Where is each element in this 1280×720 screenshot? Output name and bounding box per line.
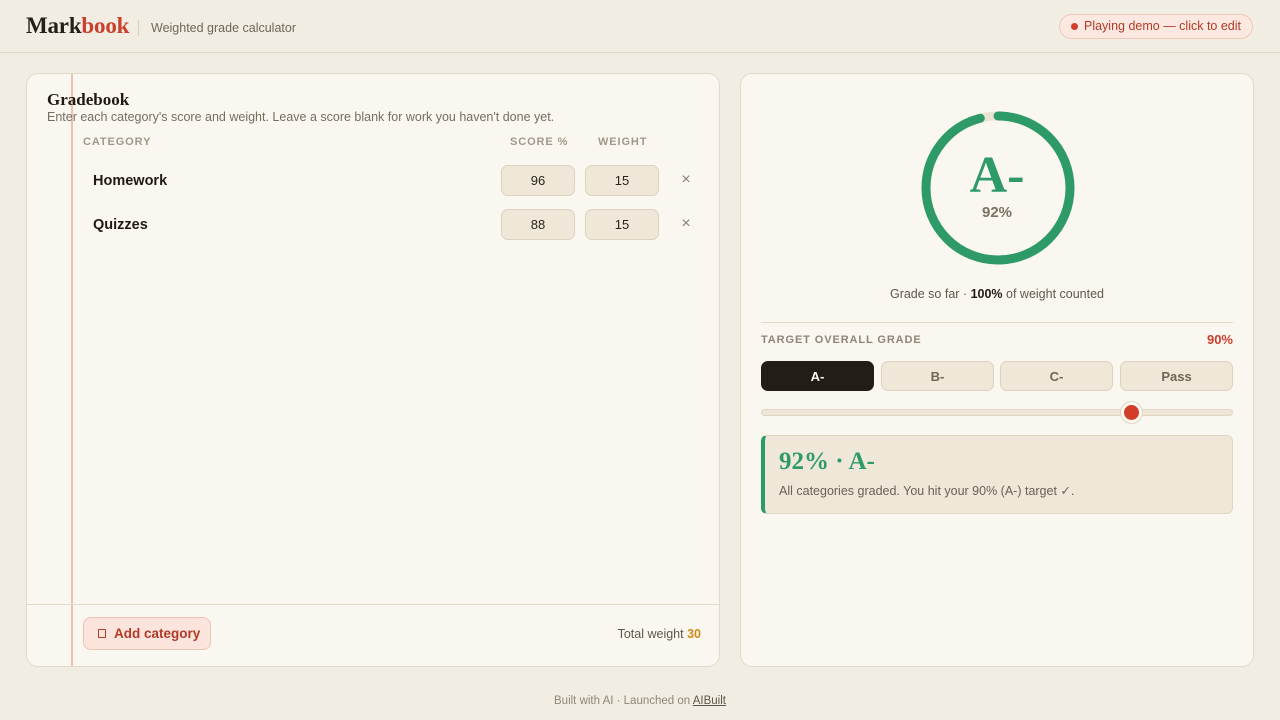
grade-percent: 92% [981, 204, 1013, 221]
target-slider-thumb[interactable] [1121, 402, 1142, 423]
weight-input[interactable] [585, 165, 659, 196]
gradebook-description: Enter each category's score and weight. … [47, 110, 555, 124]
page-footer: Built with AI · Launched on AIBuilt [554, 695, 726, 707]
result-headline: 92% · A- [779, 448, 875, 475]
result-box: 92% · A- All categories graded. You hit … [761, 435, 1233, 514]
total-weight-value: 30 [687, 627, 701, 641]
score-input[interactable] [501, 165, 575, 196]
remove-row-icon[interactable]: × [679, 171, 693, 189]
top-bar: Markbook Weighted grade calculator Playi… [0, 0, 1280, 53]
target-grade-label: TARGET OVERALL GRADE [761, 334, 922, 346]
demo-mode-button[interactable]: Playing demo — click to edit [1058, 14, 1253, 39]
column-header-category: CATEGORY [83, 136, 152, 148]
add-category-button[interactable]: Add category [83, 617, 211, 650]
preset-button-b-minus[interactable]: B- [881, 361, 994, 391]
preset-button-pass[interactable]: Pass [1120, 361, 1233, 391]
column-header-weight: WEIGHT [598, 136, 648, 148]
weight-counted-value: 100% [970, 287, 1003, 301]
target-slider-track[interactable] [761, 409, 1233, 416]
result-text: All categories graded. You hit your 90% … [779, 484, 1075, 498]
category-name[interactable]: Homework [93, 173, 167, 189]
preset-button-a-minus[interactable]: A- [761, 361, 874, 391]
column-header-score: SCORE % [510, 136, 569, 148]
app-subtitle: Weighted grade calculator [151, 21, 296, 35]
weight-input[interactable] [585, 209, 659, 240]
demo-mode-label: Playing demo — click to edit [1083, 19, 1241, 33]
add-category-label: Add category [114, 626, 201, 641]
grade-so-far: Grade so far · 100% of weight counted [889, 287, 1105, 301]
gradebook-title: Gradebook [47, 90, 130, 109]
letter-grade: A- [969, 147, 1025, 204]
remove-row-icon[interactable]: × [679, 215, 693, 233]
add-icon [98, 629, 106, 638]
notebook-margin-line [71, 74, 73, 666]
logo-divider [138, 20, 139, 36]
summary-card: A- 92% Grade so far · 100% of weight cou… [740, 73, 1254, 667]
gradebook-footer: Add category Total weight 30 [27, 604, 719, 666]
score-input[interactable] [501, 209, 575, 240]
target-grade-value: 90% [1206, 332, 1233, 347]
logo: Markbook [26, 13, 130, 38]
summary-divider [761, 322, 1233, 323]
total-weight: Total weight 30 [617, 627, 701, 641]
aibuilt-link[interactable]: AIBuilt [693, 695, 726, 707]
recording-dot-icon [1070, 23, 1078, 30]
category-row: Quizzes × [83, 209, 703, 241]
category-name[interactable]: Quizzes [93, 217, 148, 233]
gradebook-card: Gradebook Enter each category's score an… [26, 73, 720, 667]
category-row: Homework × [83, 165, 703, 197]
preset-button-c-minus[interactable]: C- [1000, 361, 1113, 391]
